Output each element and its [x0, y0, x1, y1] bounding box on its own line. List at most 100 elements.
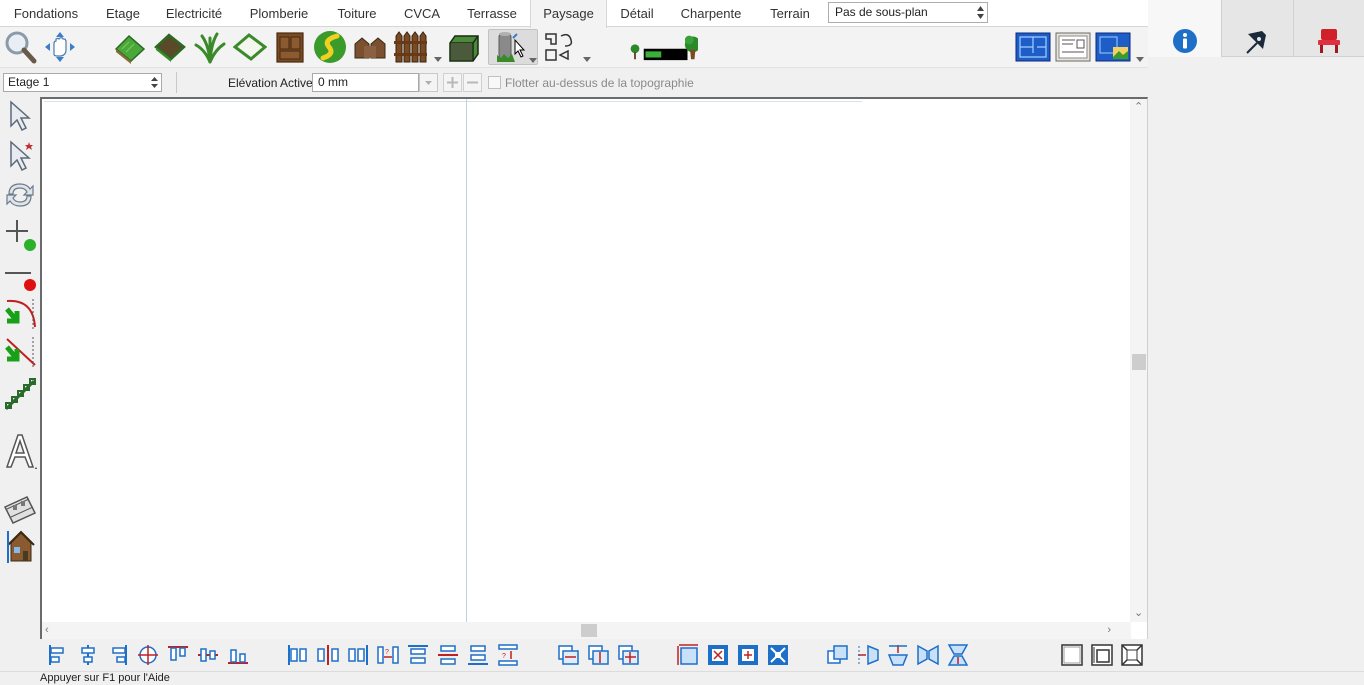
fillet-tool[interactable]: [2, 294, 38, 332]
dropdown-arrow-icon[interactable]: [434, 57, 442, 62]
layout-view[interactable]: [1054, 29, 1092, 65]
match-size-icon[interactable]: [616, 643, 640, 667]
pan-tool[interactable]: [42, 29, 78, 65]
camera-tool[interactable]: [2, 489, 38, 527]
scroll-right-icon[interactable]: ›: [1107, 625, 1111, 636]
tab-etage[interactable]: Etage: [92, 0, 154, 27]
tab-terrain[interactable]: Terrain: [755, 0, 825, 27]
scroll-down-icon[interactable]: ⌄: [1134, 608, 1143, 619]
space-bottom-icon[interactable]: [466, 643, 490, 667]
vertical-scrollbar[interactable]: ⌃ ⌄: [1130, 99, 1147, 622]
garden-bed-tool[interactable]: [232, 29, 268, 65]
planter-tool[interactable]: [446, 29, 482, 65]
flip-left-icon[interactable]: [856, 643, 880, 667]
float-checkbox[interactable]: [488, 76, 501, 89]
flip-top-icon[interactable]: [886, 643, 910, 667]
chevron-down-icon: [425, 81, 432, 85]
align-toolbar: ? ?: [40, 639, 1148, 671]
tab-fondations[interactable]: Fondations: [0, 0, 92, 27]
align-bottom-icon[interactable]: [226, 643, 250, 667]
elevation-plus-button[interactable]: [443, 73, 462, 92]
tab-charpente[interactable]: Charpente: [667, 0, 755, 27]
zoom-tool[interactable]: [2, 29, 38, 65]
cabinet-tool[interactable]: [272, 29, 308, 65]
mulch-region-tool[interactable]: [152, 29, 188, 65]
add-point-tool[interactable]: [2, 215, 38, 253]
elevation-dropdown[interactable]: [419, 73, 438, 92]
scroll-left-icon[interactable]: ‹: [45, 625, 49, 636]
elevation-minus-button[interactable]: [463, 73, 482, 92]
center-both-icon[interactable]: [136, 643, 160, 667]
dropdown-arrow-icon[interactable]: [1136, 57, 1144, 62]
expand-center-icon[interactable]: [736, 643, 760, 667]
match-width-icon[interactable]: [556, 643, 580, 667]
distribute-v-icon[interactable]: ?: [496, 643, 520, 667]
mirror-h-icon[interactable]: [916, 643, 940, 667]
elevation-view[interactable]: [1094, 29, 1132, 65]
select-edit-tool[interactable]: [2, 137, 38, 175]
floor-plan-view[interactable]: [1014, 29, 1052, 65]
guide-line: [466, 99, 467, 624]
elevation-input[interactable]: 0 mm: [312, 73, 419, 92]
resize-fit-icon[interactable]: [676, 643, 700, 667]
text-tool[interactable]: [2, 432, 38, 470]
floor-select[interactable]: Etage 1: [3, 73, 162, 92]
space-middle-icon[interactable]: [436, 643, 460, 667]
tab-toiture[interactable]: Toiture: [324, 0, 390, 27]
stone-wall-tool[interactable]: [352, 29, 388, 65]
space-top-icon[interactable]: [406, 643, 430, 667]
dropdown-arrow-icon[interactable]: [583, 57, 591, 62]
fence-tool[interactable]: [392, 29, 428, 65]
tab-plomberie[interactable]: Plomberie: [234, 0, 324, 27]
select-objects-tool[interactable]: [2, 97, 38, 135]
furniture-tab[interactable]: [1293, 0, 1364, 57]
plant-growth-slider[interactable]: [628, 29, 698, 65]
space-center-icon[interactable]: [316, 643, 340, 667]
pen-tab[interactable]: [1221, 0, 1293, 57]
path-tool[interactable]: [312, 29, 348, 65]
copy-stack-icon[interactable]: [826, 643, 850, 667]
info-icon: [1173, 29, 1197, 53]
tab-paysage[interactable]: Paysage: [530, 0, 607, 28]
break-line-tool[interactable]: [2, 255, 38, 293]
info-tab[interactable]: [1148, 0, 1221, 57]
align-middle-icon[interactable]: [196, 643, 220, 667]
road-tool[interactable]: [542, 29, 578, 65]
scroll-up-icon[interactable]: ⌃: [1134, 102, 1143, 113]
grass-plant-tool[interactable]: [192, 29, 228, 65]
tab-detail[interactable]: Détail: [607, 0, 667, 27]
subplan-select[interactable]: Pas de sous-plan: [828, 2, 988, 23]
app-window: Fondations Etage Electricité Plomberie T…: [0, 0, 1364, 685]
magnifier-icon: [5, 31, 37, 64]
float-label: Flotter au-dessus de la topographie: [505, 76, 694, 90]
plus-icon: [447, 77, 458, 88]
tab-terrasse[interactable]: Terrasse: [454, 0, 530, 27]
drawing-canvas[interactable]: ⌃ ⌄ ‹ ›: [40, 97, 1148, 639]
shrink-corners-icon[interactable]: [766, 643, 790, 667]
distribute-h-icon[interactable]: ?: [376, 643, 400, 667]
space-left-icon[interactable]: [286, 643, 310, 667]
match-height-icon[interactable]: [586, 643, 610, 667]
align-right-icon[interactable]: [106, 643, 130, 667]
undo-redo-tool[interactable]: [2, 176, 38, 214]
align-left-icon[interactable]: [46, 643, 70, 667]
frame-corners-icon[interactable]: [1120, 643, 1144, 667]
downspout-tool[interactable]: [488, 29, 538, 65]
3d-view-tool[interactable]: [2, 527, 38, 565]
horizontal-scrollbar[interactable]: ‹ ›: [42, 622, 1131, 639]
chamfer-tool[interactable]: [2, 334, 38, 372]
align-center-h-icon[interactable]: [76, 643, 100, 667]
align-top-icon[interactable]: [166, 643, 190, 667]
frame-inner-icon[interactable]: [1090, 643, 1114, 667]
tab-cvca[interactable]: CVCA: [390, 0, 454, 27]
tab-electricite[interactable]: Electricité: [154, 0, 234, 27]
frame-plain-icon[interactable]: [1060, 643, 1084, 667]
shrink-center-icon[interactable]: [706, 643, 730, 667]
mirror-v-icon[interactable]: [946, 643, 970, 667]
horizontal-scroll-thumb[interactable]: [581, 624, 597, 637]
terrain-region-tool[interactable]: [112, 29, 148, 65]
space-right-icon[interactable]: [346, 643, 370, 667]
dropdown-arrow-icon[interactable]: [529, 58, 537, 63]
vertical-scroll-thumb[interactable]: [1132, 354, 1146, 370]
join-tool[interactable]: [2, 375, 38, 413]
